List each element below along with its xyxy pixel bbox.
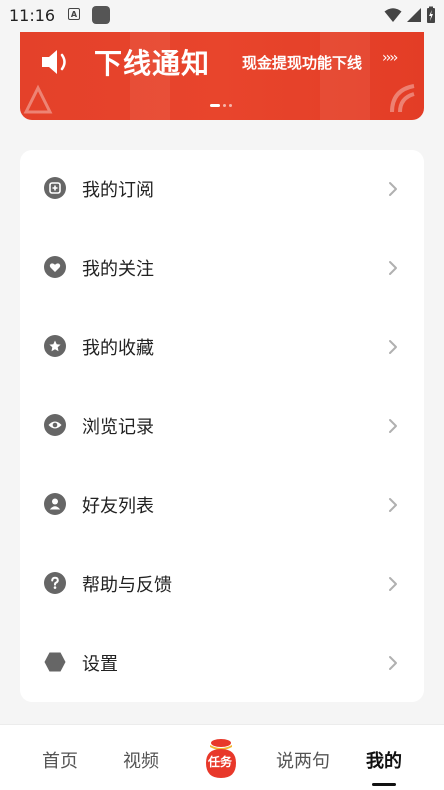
- banner-arrows: ››››: [382, 50, 398, 66]
- heart-icon: [44, 256, 66, 278]
- menu-item-history[interactable]: 浏览记录: [20, 387, 424, 466]
- chevron-right-icon: [389, 577, 397, 591]
- menu-item-help[interactable]: 帮助与反馈: [20, 545, 424, 624]
- menu-item-subscriptions[interactable]: 我的订阅: [20, 150, 424, 229]
- menu-item-settings[interactable]: 设置: [20, 624, 424, 703]
- menu-item-label: 帮助与反馈: [82, 575, 172, 596]
- notification-icon: A: [68, 8, 80, 20]
- menu-item-friends[interactable]: 好友列表: [20, 466, 424, 545]
- menu-item-label: 设置: [82, 654, 118, 675]
- tab-home[interactable]: 首页: [42, 747, 78, 773]
- status-time: 11:16: [9, 6, 56, 25]
- battery-charging-icon: [427, 6, 435, 23]
- carousel-dot: [229, 104, 232, 107]
- chevron-right-icon: [389, 182, 397, 196]
- status-bar: 11:16 A: [0, 0, 444, 32]
- wifi-icon: [384, 8, 402, 22]
- notice-banner[interactable]: 下线通知 现金提现功能下线 ››››: [20, 32, 424, 120]
- chevron-right-icon: [389, 261, 397, 275]
- settings-hexagon-icon: [44, 652, 66, 672]
- carousel-dot: [210, 104, 220, 107]
- tab-task-label: 任务: [208, 755, 233, 769]
- bottom-tab-bar: 首页 视频 任务 说两句 我的: [0, 724, 444, 790]
- banner-subtitle: 现金提现功能下线: [242, 54, 363, 72]
- menu-item-favorites[interactable]: 我的收藏: [20, 308, 424, 387]
- question-icon: [44, 572, 66, 594]
- megaphone-decor-icon: [390, 84, 415, 113]
- chevron-right-icon: [389, 340, 397, 354]
- active-tab-indicator: [372, 783, 396, 786]
- menu-list: 我的订阅 我的关注 我的收藏 浏览记录 好友列表 帮助与反馈 设置: [20, 150, 424, 702]
- menu-item-label: 我的收藏: [82, 338, 154, 359]
- menu-item-label: 浏览记录: [82, 417, 154, 438]
- speaker-icon: [42, 50, 66, 74]
- app-notification-icon: [92, 6, 110, 24]
- tab-comments[interactable]: 说两句: [276, 747, 330, 773]
- subscription-icon: [44, 177, 66, 199]
- carousel-dot: [223, 104, 226, 107]
- banner-title: 下线通知: [94, 47, 211, 80]
- signal-icon: [407, 8, 421, 22]
- menu-item-label: 好友列表: [82, 496, 154, 517]
- megaphone-decor-icon: [23, 84, 53, 114]
- carousel-dots: [210, 104, 232, 107]
- star-icon: [44, 335, 66, 357]
- tab-video[interactable]: 视频: [123, 747, 159, 773]
- chevron-right-icon: [389, 419, 397, 433]
- menu-item-label: 我的关注: [82, 259, 154, 280]
- eye-icon: [44, 414, 66, 436]
- menu-item-following[interactable]: 我的关注: [20, 229, 424, 308]
- chevron-right-icon: [389, 498, 397, 512]
- menu-item-label: 我的订阅: [82, 180, 154, 201]
- banner-decor: [320, 32, 370, 120]
- tab-mine[interactable]: 我的: [366, 747, 402, 773]
- chevron-right-icon: [389, 656, 397, 670]
- status-icons: [384, 6, 436, 24]
- person-icon: [44, 493, 66, 515]
